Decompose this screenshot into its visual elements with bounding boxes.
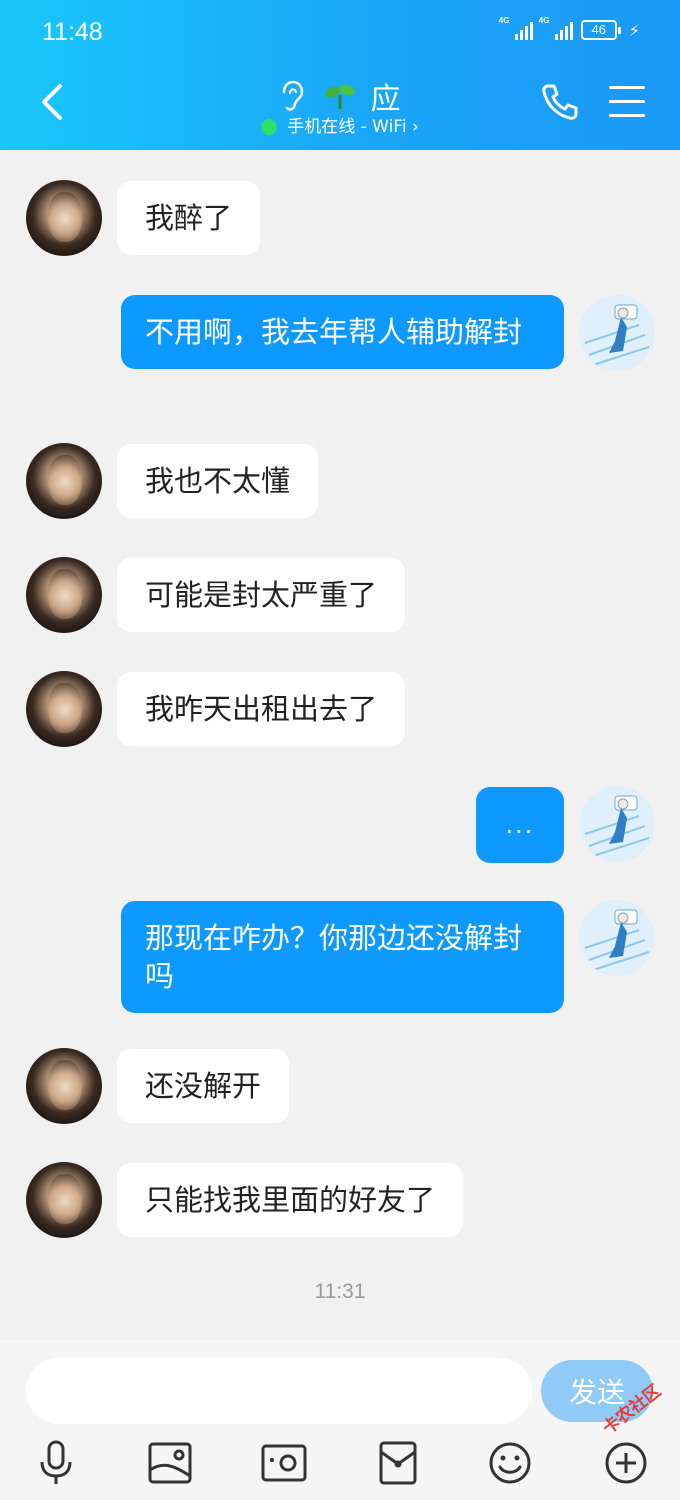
- chevron-right-icon: ›: [411, 117, 419, 137]
- menu-icon[interactable]: [609, 86, 645, 118]
- incoming-message[interactable]: 可能是封太严重了: [117, 558, 406, 632]
- signal-icon: 4G: [499, 16, 533, 40]
- my-avatar[interactable]: [579, 900, 655, 976]
- plus-icon[interactable]: [602, 1440, 650, 1486]
- contact-avatar[interactable]: [26, 180, 102, 256]
- message-input[interactable]: [26, 1358, 532, 1424]
- outgoing-message[interactable]: 那现在咋办？你那边还没解封吗: [121, 901, 564, 1013]
- contact-avatar[interactable]: [26, 1162, 102, 1238]
- input-toolbar: [0, 1440, 680, 1490]
- phone-call-icon[interactable]: [540, 82, 580, 122]
- microphone-icon[interactable]: [32, 1440, 80, 1486]
- charging-icon: ⚡: [628, 20, 640, 40]
- battery-icon: 46: [580, 20, 621, 40]
- status-icons: 4G 4G 46 ⚡: [499, 16, 640, 40]
- gallery-icon[interactable]: [146, 1440, 194, 1486]
- signal-icon-2: 4G: [539, 16, 573, 40]
- contact-avatar[interactable]: [26, 671, 102, 747]
- my-avatar[interactable]: [579, 786, 655, 862]
- sprout-icon: [325, 84, 355, 109]
- incoming-message[interactable]: 我也不太懂: [117, 444, 319, 518]
- camera-icon[interactable]: [260, 1440, 308, 1486]
- contact-avatar[interactable]: [26, 557, 102, 633]
- ear-icon: [283, 80, 304, 111]
- outgoing-message[interactable]: ...: [476, 787, 564, 863]
- incoming-message[interactable]: 我醉了: [117, 181, 261, 255]
- my-avatar[interactable]: [579, 295, 655, 371]
- message-timestamp: 11:31: [314, 1280, 366, 1303]
- incoming-message[interactable]: 还没解开: [117, 1049, 290, 1123]
- chat-header: 11:48 4G 4G 46 ⚡ 应 手机在线 - WiFi ›: [0, 0, 680, 150]
- contact-avatar[interactable]: [26, 1048, 102, 1124]
- incoming-message[interactable]: 我昨天出租出去了: [117, 672, 406, 746]
- emoji-icon[interactable]: [486, 1440, 534, 1486]
- contact-avatar[interactable]: [26, 443, 102, 519]
- status-time: 11:48: [42, 18, 103, 46]
- online-dot-icon: [261, 119, 278, 135]
- incoming-message[interactable]: 只能找我里面的好友了: [117, 1163, 464, 1237]
- send-button[interactable]: 发送: [541, 1360, 653, 1422]
- composer: 发送: [0, 1340, 680, 1500]
- outgoing-message[interactable]: 不用啊，我去年帮人辅助解封: [121, 295, 564, 369]
- red-envelope-icon[interactable]: [374, 1440, 422, 1486]
